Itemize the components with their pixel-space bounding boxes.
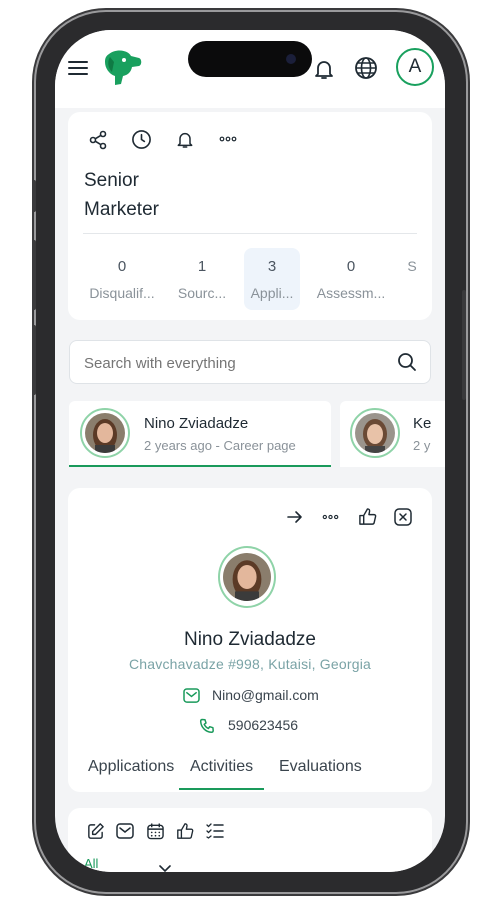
bell-icon[interactable] xyxy=(312,57,336,81)
arrow-right-icon[interactable] xyxy=(286,508,304,526)
share-icon[interactable] xyxy=(88,130,108,150)
stage-assessment[interactable]: 0 Assessm... xyxy=(312,248,390,310)
stage-count: 0 xyxy=(117,258,127,275)
edit-icon[interactable] xyxy=(86,822,105,841)
stage-sourced[interactable]: 1 Sourc... xyxy=(172,248,232,310)
bell-icon[interactable] xyxy=(175,129,195,150)
stage-applied[interactable]: 3 Appli... xyxy=(244,248,300,310)
pipeline-stages: 0 Disqualif... 1 Sourc... 3 Appli... 0 A… xyxy=(68,248,432,310)
candidate-card[interactable]: Nino Zviadadze 2 years ago - Career page xyxy=(69,401,331,467)
candidate-avatar xyxy=(80,408,130,458)
more-icon[interactable] xyxy=(322,510,339,524)
chevron-down-icon[interactable] xyxy=(159,864,171,872)
search-box[interactable] xyxy=(69,340,431,385)
mail-icon[interactable] xyxy=(116,823,134,839)
clock-icon[interactable] xyxy=(131,129,152,150)
avatar-letter: A xyxy=(408,56,422,77)
search-icon[interactable] xyxy=(397,352,417,372)
globe-icon[interactable] xyxy=(354,56,378,80)
phone-volume-up xyxy=(32,240,36,310)
calendar-icon[interactable] xyxy=(147,822,164,840)
stage-count: 1 xyxy=(197,258,207,275)
candidate-avatar xyxy=(350,408,400,458)
stage-label: S xyxy=(407,258,417,274)
job-title-line2: Marketer xyxy=(84,199,159,220)
candidate-photo xyxy=(355,413,395,453)
stage-label: Assessm... xyxy=(316,285,386,301)
phone-icon xyxy=(199,718,215,734)
tab-evaluations[interactable]: Evaluations xyxy=(279,758,362,776)
divider xyxy=(83,233,417,234)
more-icon[interactable] xyxy=(219,130,237,148)
candidate-photo xyxy=(85,413,125,453)
tab-applications[interactable]: Applications xyxy=(88,758,174,776)
active-tab-indicator xyxy=(179,788,264,790)
stage-label: Disqualif... xyxy=(89,285,155,301)
menu-icon[interactable] xyxy=(67,57,89,79)
profile-name: Nino Zviadadze xyxy=(183,629,317,650)
job-title: Senior Marketer xyxy=(84,166,159,224)
tab-activities[interactable]: Activities xyxy=(190,758,253,776)
mail-icon xyxy=(183,688,200,703)
stage-count: 0 xyxy=(346,258,356,275)
profile-photo xyxy=(223,553,271,601)
profile-card: Nino Zviadadze Chavchavadze #998, Kutais… xyxy=(68,488,432,792)
candidate-meta: 2 y xyxy=(413,438,431,453)
profile-phone[interactable]: 590623456 xyxy=(228,717,298,733)
dog-logo-icon[interactable] xyxy=(101,48,143,88)
reject-icon[interactable] xyxy=(394,508,412,526)
profile-address: Chavchavadze #998, Kutaisi, Georgia xyxy=(128,656,372,672)
stage-next[interactable]: S xyxy=(402,248,422,310)
activities-card: All xyxy=(68,808,432,872)
stage-label: Sourc... xyxy=(177,285,227,301)
candidate-name: Nino Zviadadze xyxy=(144,415,249,432)
stage-disqualified[interactable]: 0 Disqualif... xyxy=(86,248,158,310)
phone-volume-down xyxy=(32,325,36,395)
candidate-meta: 2 years ago - Career page xyxy=(144,438,296,453)
candidate-selected-indicator xyxy=(69,465,331,467)
stage-label: Appli... xyxy=(250,285,294,301)
job-title-line1: Senior xyxy=(84,170,139,191)
profile-avatar xyxy=(218,546,276,608)
candidate-card[interactable]: Ke 2 y xyxy=(340,401,445,467)
stage-count: 3 xyxy=(267,258,277,275)
app-header: A xyxy=(55,30,445,108)
thumbs-up-icon[interactable] xyxy=(358,507,377,526)
search-input[interactable] xyxy=(82,341,386,385)
candidate-name: Ke xyxy=(413,415,432,432)
phone-screen: A Senior Marketer 0 Disqualif... 1 Sourc… xyxy=(55,30,445,872)
activity-filter-all[interactable]: All xyxy=(84,856,98,871)
thumbs-up-icon[interactable] xyxy=(176,822,194,840)
profile-email[interactable]: Nino@gmail.com xyxy=(212,687,319,703)
checklist-icon[interactable] xyxy=(206,822,224,839)
front-camera xyxy=(286,54,296,64)
phone-mute-switch xyxy=(32,180,36,212)
job-card: Senior Marketer 0 Disqualif... 1 Sourc..… xyxy=(68,112,432,320)
user-avatar[interactable]: A xyxy=(396,48,434,86)
phone-power-button xyxy=(462,290,466,400)
